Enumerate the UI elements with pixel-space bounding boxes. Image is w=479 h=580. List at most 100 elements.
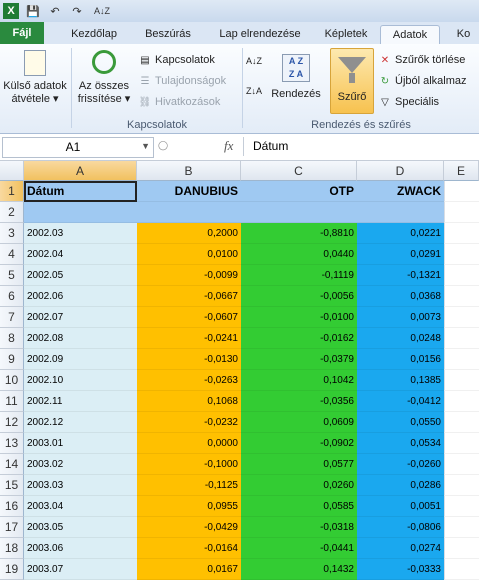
sort-asc-button[interactable]: A↓Z (246, 56, 262, 66)
date-cell[interactable]: 2003.02 (24, 454, 137, 475)
formula-bar-grip-icon[interactable]: ◯ (158, 140, 168, 151)
zwack-cell[interactable]: 0,0291 (357, 244, 444, 265)
date-cell[interactable]: 2002.12 (24, 412, 137, 433)
zwack-cell[interactable]: 0,0368 (357, 286, 444, 307)
cell-a1[interactable]: Dátum (24, 181, 137, 202)
row-header[interactable]: 10 (0, 370, 24, 391)
external-data-button[interactable]: Külső adatok átvétele ▾ (2, 50, 68, 106)
row-header[interactable]: 4 (0, 244, 24, 265)
zwack-cell[interactable]: 0,0073 (357, 307, 444, 328)
tab-page-layout[interactable]: Lap elrendezése (210, 25, 310, 44)
danubius-cell[interactable]: -0,0232 (137, 412, 241, 433)
empty-cell[interactable] (444, 433, 479, 454)
row-header[interactable]: 16 (0, 496, 24, 517)
cell-a2[interactable] (24, 202, 137, 223)
formula-input[interactable]: Dátum (243, 137, 479, 156)
tab-file[interactable]: Fájl (0, 22, 44, 44)
sort-button[interactable]: A ZZ A Rendezés (270, 54, 322, 101)
cell-e2[interactable] (444, 202, 479, 223)
zwack-cell[interactable]: 0,0534 (357, 433, 444, 454)
danubius-cell[interactable]: 0,0000 (137, 433, 241, 454)
properties-button[interactable]: ☰ Tulajdonságok (138, 74, 227, 88)
tab-formulas[interactable]: Képletek (318, 25, 374, 44)
undo-icon[interactable]: ↶ (47, 3, 63, 19)
tab-data[interactable]: Adatok (380, 25, 440, 45)
cell-e1[interactable] (444, 181, 479, 202)
tab-home[interactable]: Kezdőlap (62, 25, 126, 44)
date-cell[interactable]: 2002.08 (24, 328, 137, 349)
column-header-c[interactable]: C (241, 161, 357, 181)
date-cell[interactable]: 2003.06 (24, 538, 137, 559)
danubius-cell[interactable]: -0,0241 (137, 328, 241, 349)
date-cell[interactable]: 2002.11 (24, 391, 137, 412)
row-header[interactable]: 6 (0, 286, 24, 307)
empty-cell[interactable] (444, 223, 479, 244)
row-header[interactable]: 15 (0, 475, 24, 496)
danubius-cell[interactable]: 0,0955 (137, 496, 241, 517)
otp-cell[interactable]: -0,0356 (241, 391, 357, 412)
empty-cell[interactable] (444, 517, 479, 538)
row-header[interactable]: 9 (0, 349, 24, 370)
connections-button[interactable]: ▤ Kapcsolatok (138, 53, 215, 67)
date-cell[interactable]: 2002.09 (24, 349, 137, 370)
zwack-cell[interactable]: -0,0333 (357, 559, 444, 580)
date-cell[interactable]: 2003.01 (24, 433, 137, 454)
danubius-cell[interactable]: -0,0263 (137, 370, 241, 391)
zwack-cell[interactable]: -0,0806 (357, 517, 444, 538)
empty-cell[interactable] (444, 391, 479, 412)
column-header-e[interactable]: E (444, 161, 479, 181)
save-icon[interactable]: 💾 (25, 3, 41, 19)
otp-cell[interactable]: 0,0260 (241, 475, 357, 496)
date-cell[interactable]: 2003.05 (24, 517, 137, 538)
zwack-cell[interactable]: 0,0286 (357, 475, 444, 496)
otp-cell[interactable]: -0,0100 (241, 307, 357, 328)
zwack-cell[interactable]: 0,0248 (357, 328, 444, 349)
date-cell[interactable]: 2002.05 (24, 265, 137, 286)
refresh-all-button[interactable]: Az összes frissítése ▾ (76, 50, 132, 106)
column-header-a[interactable]: A (24, 161, 137, 181)
otp-cell[interactable]: -0,0379 (241, 349, 357, 370)
date-cell[interactable]: 2003.04 (24, 496, 137, 517)
otp-cell[interactable]: -0,0902 (241, 433, 357, 454)
function-icon[interactable]: fx (224, 138, 233, 154)
danubius-cell[interactable]: -0,0607 (137, 307, 241, 328)
date-cell[interactable]: 2002.04 (24, 244, 137, 265)
zwack-cell[interactable]: 0,0274 (357, 538, 444, 559)
danubius-cell[interactable]: 0,0167 (137, 559, 241, 580)
empty-cell[interactable] (444, 244, 479, 265)
zwack-cell[interactable]: -0,0412 (357, 391, 444, 412)
chevron-down-icon[interactable]: ▼ (141, 141, 150, 151)
empty-cell[interactable] (444, 538, 479, 559)
reapply-button[interactable]: ↻ Újból alkalmaz (378, 74, 467, 88)
danubius-cell[interactable]: -0,0164 (137, 538, 241, 559)
danubius-cell[interactable]: -0,1000 (137, 454, 241, 475)
redo-icon[interactable]: ↷ (69, 3, 85, 19)
otp-cell[interactable]: -0,0318 (241, 517, 357, 538)
row-header[interactable]: 7 (0, 307, 24, 328)
row-header[interactable]: 19 (0, 559, 24, 580)
edit-links-button[interactable]: ⛓ Hivatkozások (138, 95, 221, 109)
zwack-cell[interactable]: 0,0156 (357, 349, 444, 370)
date-cell[interactable]: 2002.06 (24, 286, 137, 307)
otp-cell[interactable]: -0,0056 (241, 286, 357, 307)
empty-cell[interactable] (444, 265, 479, 286)
cell-b1[interactable]: DANUBIUS (137, 181, 241, 202)
danubius-cell[interactable]: 0,1068 (137, 391, 241, 412)
otp-cell[interactable]: 0,0577 (241, 454, 357, 475)
date-cell[interactable]: 2003.03 (24, 475, 137, 496)
advanced-filter-button[interactable]: ▽ Speciális (378, 95, 439, 109)
zwack-cell[interactable]: 0,0051 (357, 496, 444, 517)
row-header[interactable]: 11 (0, 391, 24, 412)
otp-cell[interactable]: -0,1119 (241, 265, 357, 286)
empty-cell[interactable] (444, 412, 479, 433)
danubius-cell[interactable]: -0,0099 (137, 265, 241, 286)
otp-cell[interactable]: -0,0162 (241, 328, 357, 349)
filter-button[interactable]: Szűrő (330, 48, 374, 114)
danubius-cell[interactable]: -0,1125 (137, 475, 241, 496)
otp-cell[interactable]: 0,0585 (241, 496, 357, 517)
row-header[interactable]: 12 (0, 412, 24, 433)
cell-b2[interactable] (137, 202, 241, 223)
row-header[interactable]: 1 (0, 181, 24, 202)
row-header[interactable]: 18 (0, 538, 24, 559)
cell-c2[interactable] (241, 202, 357, 223)
